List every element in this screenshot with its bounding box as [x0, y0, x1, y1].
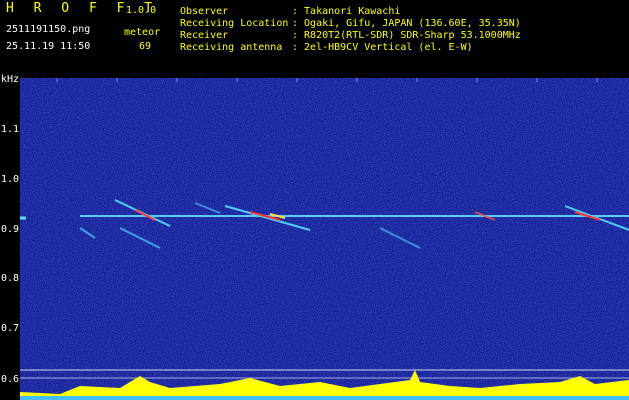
app-version: 1.0.0 — [126, 5, 157, 16]
location-value: : Ogaki, Gifu, JAPAN (136.60E, 35.35N) — [292, 18, 521, 29]
meteor-count: 69 — [139, 41, 152, 52]
receiver-value: : R820T2(RTL-SDR) SDR-Sharp 53.1000MHz — [292, 30, 521, 41]
antenna-value: : 2el-HB9CV Vertical (el. E-W) — [292, 42, 473, 53]
spectrogram-svg — [20, 78, 629, 400]
spectrogram-plot — [20, 78, 629, 400]
frequency-unit-label: kHz — [1, 74, 20, 85]
header-panel: H R O F F T 1.0.0 2511191150.png meteor … — [0, 0, 629, 76]
receiver-label: Receiver — [180, 30, 229, 41]
signal-level-fill — [20, 370, 629, 400]
y-tick-label: 0.8 — [1, 273, 20, 284]
y-tick-label: 0.7 — [1, 323, 20, 334]
y-tick-label: 0.9 — [1, 224, 20, 235]
y-tick-label: 0.6 — [1, 374, 20, 385]
y-tick-label: 1.1 — [1, 124, 20, 135]
noise-layer — [20, 78, 629, 400]
antenna-label: Receiving antenna — [180, 42, 283, 53]
location-label: Receiving Location — [180, 18, 289, 29]
y-tick-label: 1.0 — [1, 174, 20, 185]
observer-value: : Takanori Kawachi — [292, 6, 401, 17]
observer-label: Observer — [180, 6, 229, 17]
datetime: 25.11.19 11:50 — [6, 41, 91, 52]
filename: 2511191150.png — [6, 24, 91, 35]
signal-level-bars — [20, 370, 629, 400]
signal-baseline-fill — [20, 396, 629, 400]
meteor-label: meteor — [124, 27, 161, 38]
